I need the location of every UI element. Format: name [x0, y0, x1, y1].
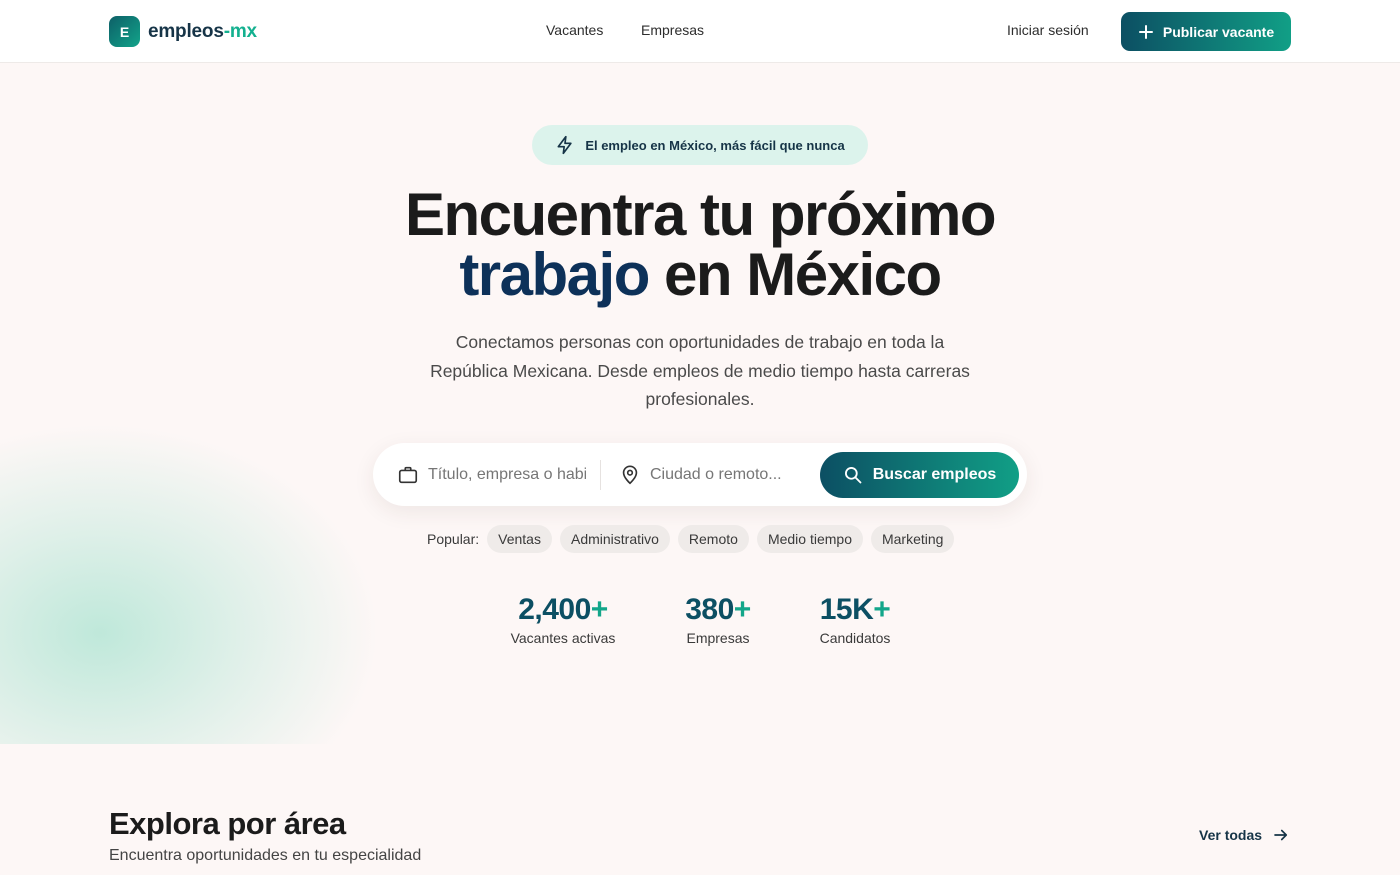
headline-line-1: Encuentra tu próximo [404, 181, 997, 248]
search-bar: Buscar empleos [373, 443, 1027, 506]
logo-text: empleos-mx [148, 21, 257, 43]
popular-tag-remoto[interactable]: Remoto [677, 525, 749, 553]
publish-vacancy-button[interactable]: Publicar vacante [1121, 12, 1291, 51]
stat-value: 380+ [660, 590, 776, 630]
briefcase-icon [398, 466, 418, 483]
stat-value: 2,400+ [503, 590, 623, 630]
site-header: E empleos-mx Vacantes Empresas Iniciar s… [0, 0, 1400, 63]
logo[interactable]: E empleos-mx [109, 16, 257, 47]
popular-tag-administrativo[interactable]: Administrativo [559, 525, 670, 553]
hero-badge-text: El empleo en México, más fácil que nunca [585, 137, 845, 153]
stat-suffix: + [590, 593, 609, 626]
lightning-icon [557, 135, 572, 155]
publish-vacancy-label: Publicar vacante [1162, 23, 1275, 40]
plus-icon [1138, 24, 1153, 39]
hero-headline: Encuentra tu próximo trabajo en México [0, 185, 1400, 305]
arrow-right-icon [1274, 829, 1288, 841]
stat-value: 15K+ [806, 590, 904, 630]
logo-name: empleos [148, 20, 224, 42]
popular-label: Popular: [427, 531, 480, 547]
search-icon [844, 467, 862, 484]
popular-tag-ventas[interactable]: Ventas [487, 525, 552, 553]
see-all-label: Ver todas [1199, 827, 1263, 843]
job-search-field [397, 443, 587, 506]
stat-label: Empresas [686, 630, 750, 646]
search-divider [600, 460, 601, 490]
logo-suffix: -mx [223, 20, 257, 42]
nav-link-empresas[interactable]: Empresas [641, 22, 704, 38]
hero-badge: El empleo en México, más fácil que nunca [532, 125, 868, 165]
popular-tag-medio-tiempo[interactable]: Medio tiempo [756, 525, 863, 553]
search-jobs-button[interactable]: Buscar empleos [820, 452, 1019, 498]
stat-suffix: + [733, 593, 752, 626]
stat-number: 15K [819, 593, 874, 626]
stat-label: Candidatos [819, 630, 891, 646]
stat-number: 2,400 [518, 593, 591, 626]
job-search-input[interactable] [428, 465, 586, 484]
headline-highlight: trabajo [459, 241, 650, 308]
location-field [619, 443, 809, 506]
stat-label: Vacantes activas [510, 630, 616, 646]
popular-searches: Popular: Ventas Administrativo Remoto Me… [427, 525, 962, 553]
background-glow [0, 423, 380, 744]
stat-number: 380 [685, 593, 734, 626]
see-all-areas-link[interactable]: Ver todas [1199, 826, 1290, 844]
hero-section: El empleo en México, más fácil que nunca… [0, 63, 1400, 744]
stat-suffix: + [873, 593, 891, 626]
stat-companies: 380+ Empresas [660, 590, 776, 646]
headline-line-2: en México [648, 241, 942, 308]
areas-section-title: Explora por área [109, 806, 346, 841]
nav-link-vacantes[interactable]: Vacantes [546, 22, 603, 38]
logo-mark: E [109, 16, 140, 47]
login-link[interactable]: Iniciar sesión [1007, 22, 1089, 38]
areas-section-subtitle: Encuentra oportunidades en tu especialid… [109, 847, 422, 864]
location-input[interactable] [650, 465, 800, 484]
popular-tag-marketing[interactable]: Marketing [870, 525, 955, 553]
search-jobs-label: Buscar empleos [872, 466, 997, 483]
hero-subtitle: Conectamos personas con oportunidades de… [430, 332, 970, 409]
stat-candidates: 15K+ Candidatos [806, 590, 904, 646]
location-pin-icon [622, 464, 638, 484]
stat-active-vacancies: 2,400+ Vacantes activas [503, 590, 623, 646]
